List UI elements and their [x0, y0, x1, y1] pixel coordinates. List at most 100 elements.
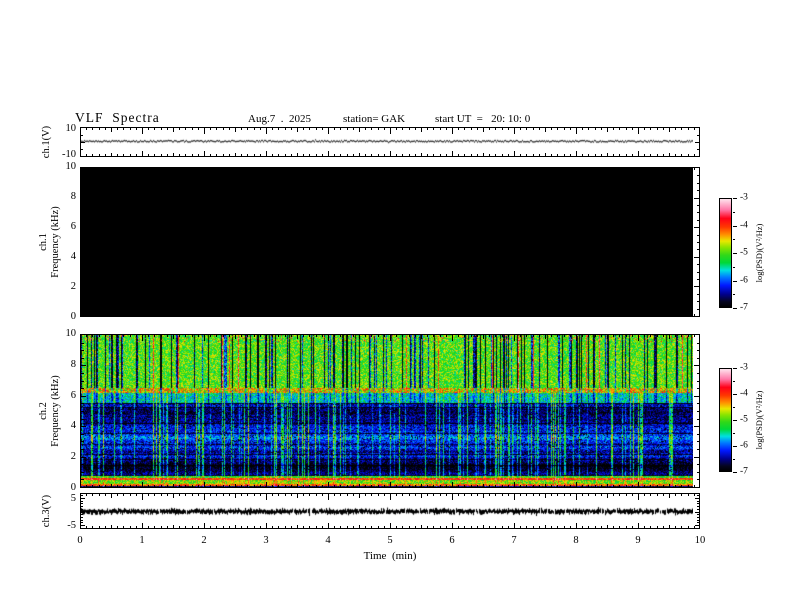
x-tick-mark — [538, 484, 540, 487]
x-tick-mark — [538, 525, 540, 528]
x-tick-mark — [669, 494, 670, 498]
x-tick-mark — [235, 483, 236, 487]
x-tick-mark — [253, 484, 255, 487]
x-tick-mark — [371, 525, 373, 528]
x-tick-mark — [532, 484, 534, 487]
y-tick-mark — [81, 227, 86, 229]
x-tick-mark — [421, 483, 422, 487]
x-tick-mark — [247, 335, 249, 338]
x-tick-mark — [390, 522, 391, 528]
x-tick-mark — [241, 484, 243, 487]
x-tick-mark — [526, 128, 528, 131]
x-tick-mark — [650, 484, 652, 487]
x-tick-label: 7 — [511, 535, 517, 546]
x-tick-mark — [402, 153, 404, 156]
date-label: Aug.7 . 2025 — [248, 113, 311, 125]
x-tick-mark — [402, 525, 404, 528]
y-tick-mark — [81, 219, 84, 221]
x-tick-mark — [197, 168, 199, 171]
y-tick-mark — [81, 508, 83, 510]
x-tick-mark — [675, 335, 677, 338]
x-tick-mark — [340, 128, 342, 131]
x-tick-mark — [569, 484, 571, 487]
x-tick-mark — [142, 481, 143, 487]
x-tick-mark — [117, 313, 119, 316]
x-tick-label: 8 — [573, 535, 579, 546]
x-tick-mark — [272, 128, 274, 131]
y-tick-mark — [696, 479, 699, 481]
x-tick-mark — [526, 335, 528, 338]
x-tick-mark — [538, 494, 540, 497]
x-tick-mark — [514, 494, 515, 500]
x-tick-mark — [117, 168, 119, 171]
y-tick-mark — [696, 234, 699, 236]
colorbar-tick-label: -4 — [740, 388, 748, 399]
x-tick-mark — [551, 494, 553, 497]
colorbar-tick-mark — [733, 381, 735, 382]
y-tick-mark — [81, 242, 84, 243]
x-tick-mark — [266, 150, 267, 156]
x-tick-mark — [607, 524, 608, 528]
x-tick-mark — [191, 335, 193, 338]
colorbar-2-label: log(PSD)(V²/Hz) — [754, 390, 764, 450]
x-tick-mark — [352, 494, 354, 497]
x-tick-mark — [526, 525, 528, 528]
x-tick-mark — [613, 335, 615, 338]
x-tick-mark — [421, 152, 422, 156]
x-tick-mark — [396, 168, 398, 171]
x-tick-mark — [135, 484, 137, 487]
x-tick-mark — [594, 335, 596, 338]
x-tick-mark — [408, 525, 410, 528]
y-tick-mark — [694, 395, 699, 397]
x-tick-mark — [433, 484, 435, 487]
x-tick-mark — [235, 152, 236, 156]
x-tick-mark — [235, 494, 236, 498]
y-tick-mark — [81, 256, 86, 258]
x-tick-mark — [681, 525, 683, 528]
x-tick-mark — [284, 525, 286, 528]
x-tick-mark — [662, 168, 664, 171]
x-tick-mark — [687, 153, 689, 156]
x-tick-mark — [98, 525, 100, 528]
y-tick-mark — [81, 503, 83, 505]
x-tick-mark — [166, 335, 168, 338]
x-tick-mark — [98, 313, 100, 316]
x-tick-mark — [644, 313, 646, 316]
x-tick-mark — [253, 168, 255, 171]
x-tick-mark — [123, 153, 125, 156]
x-tick-mark — [613, 128, 615, 131]
x-tick-mark — [693, 525, 695, 528]
y-tick-mark — [696, 175, 699, 177]
x-tick-mark — [681, 494, 683, 497]
x-tick-mark — [545, 152, 546, 156]
x-tick-mark — [160, 313, 162, 316]
x-tick-mark — [222, 335, 224, 338]
colorbar-tick-mark — [733, 420, 737, 421]
x-tick-mark — [390, 335, 391, 341]
x-tick-mark — [464, 153, 466, 156]
y-tick-mark — [696, 279, 699, 280]
x-tick-mark — [259, 494, 261, 497]
x-tick-mark — [669, 152, 670, 156]
x-tick-mark — [383, 525, 385, 528]
x-tick-mark — [458, 153, 460, 156]
y-tick-mark — [694, 365, 699, 367]
x-tick-label: 0 — [77, 535, 83, 546]
x-tick-mark — [160, 153, 162, 156]
x-tick-mark — [154, 313, 156, 316]
y-tick-mark — [81, 301, 84, 303]
x-tick-mark — [433, 128, 435, 131]
x-tick-mark — [92, 313, 94, 316]
x-tick-mark — [396, 484, 398, 487]
x-tick-mark — [638, 150, 639, 156]
colorbar-tick-label: -5 — [740, 414, 748, 425]
x-tick-mark — [210, 484, 212, 487]
x-tick-mark — [532, 525, 534, 528]
y-tick-mark — [81, 395, 86, 397]
colorbar-tick-mark — [733, 394, 737, 395]
x-tick-mark — [160, 525, 162, 528]
y-tick-mark — [696, 449, 699, 450]
x-tick-mark — [148, 494, 150, 497]
x-tick-mark — [321, 525, 323, 528]
x-tick-mark — [458, 335, 460, 338]
